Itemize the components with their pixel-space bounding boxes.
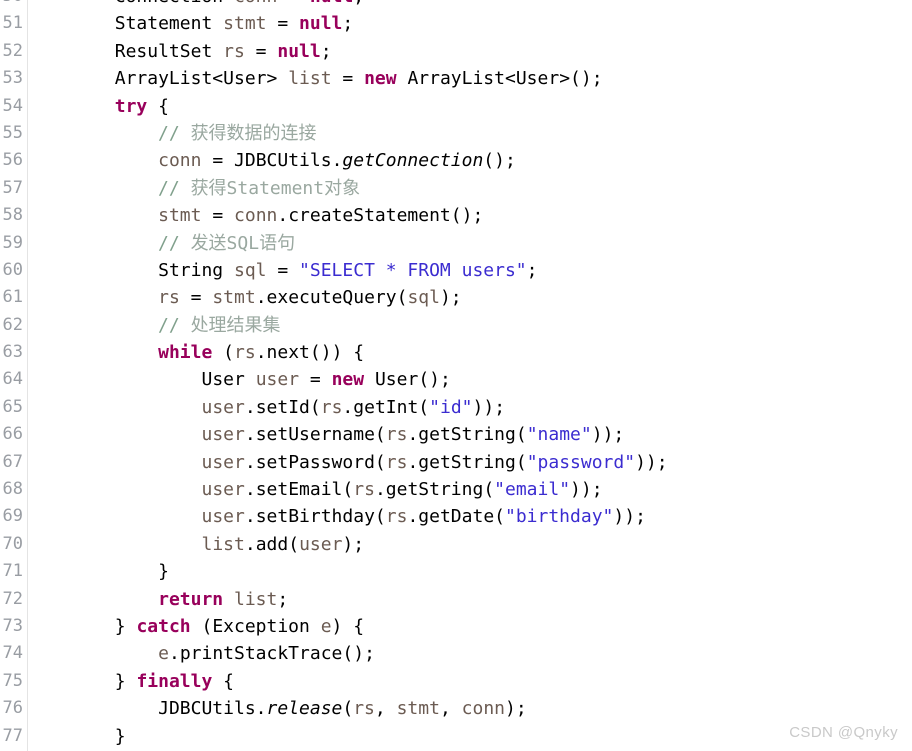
code-line[interactable]: while (rs.next()) {	[28, 339, 912, 366]
line-number: 74	[2, 643, 23, 664]
line-number: 64	[2, 369, 23, 390]
code-line[interactable]: User user = new User();	[28, 366, 912, 393]
line-number: 71	[2, 561, 23, 582]
line-number: 77	[2, 725, 23, 746]
code-editor[interactable]: 50 51 52 53 54 55 56 57 58 59 60 61 62 63 64 65 66 67 68 69…	[0, 0, 912, 751]
line-number: 54	[2, 95, 23, 116]
code-line[interactable]: Connection conn = null;	[28, 0, 912, 10]
line-number: 76	[2, 698, 23, 719]
line-number: 58	[2, 205, 23, 226]
code-line[interactable]: e.printStackTrace();	[28, 640, 912, 667]
code-line[interactable]: // 处理结果集	[28, 312, 912, 339]
code-line[interactable]: stmt = conn.createStatement();	[28, 202, 912, 229]
line-number: 57	[2, 177, 23, 198]
code-line[interactable]: // 获得数据的连接	[28, 120, 912, 147]
line-number: 75	[2, 670, 23, 691]
code-line[interactable]: // 获得Statement对象	[28, 175, 912, 202]
line-number: 62	[2, 314, 23, 335]
line-number: 65	[2, 396, 23, 417]
code-line[interactable]: } catch (Exception e) {	[28, 613, 912, 640]
code-line[interactable]: }	[28, 723, 912, 750]
line-number-list: 50 51 52 53 54 55 56 57 58 59 60 61 62 63 64 65 66 67 68 69…	[3, 0, 23, 751]
line-number-gutter: 50 51 52 53 54 55 56 57 58 59 60 61 62 63 64 65 66 67 68 69…	[0, 0, 28, 751]
line-number: 63	[2, 342, 23, 363]
csdn-watermark: CSDN @Qnyky	[789, 724, 898, 741]
code-line[interactable]: user.setPassword(rs.getString("password"…	[28, 449, 912, 476]
code-line[interactable]: user.setUsername(rs.getString("name"));	[28, 421, 912, 448]
line-number: 69	[2, 506, 23, 527]
line-number: 67	[2, 451, 23, 472]
line-number: 55	[2, 122, 23, 143]
code-line[interactable]: user.setBirthday(rs.getDate("birthday"))…	[28, 503, 912, 530]
code-line[interactable]: // 发送SQL语句	[28, 230, 912, 257]
code-line[interactable]: }	[28, 558, 912, 585]
code-line[interactable]: conn = JDBCUtils.getConnection();	[28, 147, 912, 174]
line-number: 50	[3, 0, 23, 10]
line-number: 51	[2, 13, 23, 34]
line-number: 59	[2, 232, 23, 253]
line-number: 61	[2, 287, 23, 308]
code-line[interactable]: ArrayList<User> list = new ArrayList<Use…	[28, 65, 912, 92]
code-line[interactable]: Statement stmt = null;	[28, 10, 912, 37]
code-line[interactable]: rs = stmt.executeQuery(sql);	[28, 284, 912, 311]
line-number: 60	[2, 259, 23, 280]
code-line[interactable]: try {	[28, 93, 912, 120]
code-line[interactable]: user.setEmail(rs.getString("email"));	[28, 476, 912, 503]
line-number: 52	[2, 40, 23, 61]
line-number: 56	[2, 150, 23, 171]
line-number: 70	[2, 533, 23, 554]
code-line[interactable]: ResultSet rs = null;	[28, 38, 912, 65]
code-line[interactable]: user.setId(rs.getInt("id"));	[28, 394, 912, 421]
line-number: 68	[2, 479, 23, 500]
line-number: 66	[2, 424, 23, 445]
line-number: 73	[2, 615, 23, 636]
line-number: 53	[2, 68, 23, 89]
code-line[interactable]: return list;	[28, 586, 912, 613]
code-line[interactable]: String sql = "SELECT * FROM users";	[28, 257, 912, 284]
code-content[interactable]: Connection conn = null; Statement stmt =…	[28, 0, 912, 751]
code-line[interactable]: JDBCUtils.release(rs, stmt, conn);	[28, 695, 912, 722]
line-number: 72	[2, 588, 23, 609]
code-line[interactable]: list.add(user);	[28, 531, 912, 558]
code-line[interactable]: } finally {	[28, 668, 912, 695]
